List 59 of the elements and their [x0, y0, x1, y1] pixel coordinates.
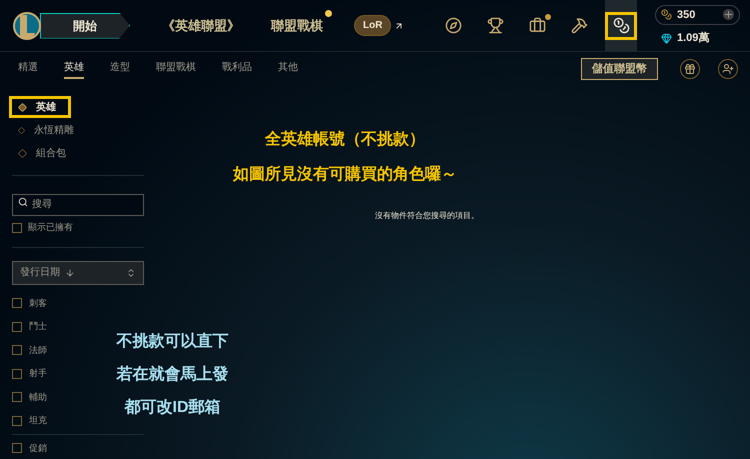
external-link-icon [394, 20, 404, 30]
checkbox[interactable] [12, 345, 22, 356]
search-field[interactable]: 搜尋 [12, 194, 144, 216]
store-tab[interactable]: 精選 [18, 60, 38, 78]
checkbox[interactable] [12, 443, 22, 454]
play-button[interactable]: 開始 [40, 12, 130, 38]
coins-icon [612, 17, 630, 34]
compass-icon [444, 17, 462, 34]
caption-text: 若在就會馬上發 [116, 364, 228, 385]
checkbox-label: 鬥士 [29, 320, 47, 333]
checkbox[interactable] [12, 392, 22, 402]
caption-text: 都可改ID郵箱 [124, 398, 220, 418]
category-item[interactable]: 英雄 [9, 96, 71, 118]
diamond-icon [18, 148, 27, 158]
checkbox[interactable] [12, 322, 22, 332]
caption-text: 如圖所見沒有可購買的角色囉～ [233, 164, 457, 185]
checkbox[interactable] [12, 368, 22, 379]
user-add-icon[interactable] [718, 59, 738, 79]
empty-message: 沒有物件符合您搜尋的項目。 [375, 210, 479, 222]
checkbox-label: 射手 [29, 367, 47, 380]
caption-text: 全英雄帳號（不挑款） [265, 130, 425, 150]
checkbox-label: 顯示已擁有 [28, 221, 73, 234]
essence-amount: 1.09萬 [677, 30, 710, 46]
store-tab[interactable]: 聯盟戰棋 [156, 60, 196, 78]
checkbox[interactable] [12, 298, 22, 308]
caption-text: 不挑款可以直下 [116, 332, 228, 352]
store-tab[interactable]: 造型 [110, 60, 130, 78]
lor-badge[interactable]: LoR [354, 15, 392, 36]
checkbox-label: 刺客 [29, 296, 47, 310]
checkbox-label: 促銷 [29, 442, 47, 454]
store-tab[interactable]: 戰利品 [222, 60, 252, 78]
logo-icon [12, 10, 42, 40]
rp-icon [661, 9, 672, 20]
top-nav-button[interactable] [605, 0, 637, 52]
chevron-icon [126, 268, 136, 278]
checkbox-label: 輔助 [29, 390, 47, 404]
checkbox-label: 坦克 [29, 414, 47, 427]
hammer-icon [570, 17, 588, 34]
store-tab[interactable]: 英雄 [64, 60, 84, 78]
diamond-icon [18, 102, 27, 112]
nav-link[interactable]: 《英雄聯盟》 [162, 18, 240, 32]
search-icon [18, 197, 28, 207]
diamond-icon [18, 126, 25, 134]
briefcase-icon [528, 17, 546, 34]
gift-icon[interactable] [680, 59, 700, 79]
checkbox[interactable] [12, 416, 22, 426]
add-icon[interactable] [723, 9, 734, 20]
checkbox-label: 法師 [29, 344, 47, 356]
nav-link[interactable]: 聯盟戰棋 [271, 18, 323, 32]
sort-dropdown[interactable]: 發行日期 [12, 260, 144, 284]
essence-icon [661, 32, 672, 44]
checkbox[interactable] [12, 222, 22, 233]
trophy-icon [486, 17, 504, 34]
buy-rp-button[interactable]: 儲值聯盟幣 [581, 58, 658, 80]
store-tab[interactable]: 其他 [278, 60, 298, 78]
rp-amount: 350 [677, 8, 696, 22]
sort-arrow-icon [65, 268, 75, 278]
category-item[interactable]: 永恆精雕 [12, 119, 74, 141]
category-item[interactable]: 組合包 [12, 142, 74, 164]
